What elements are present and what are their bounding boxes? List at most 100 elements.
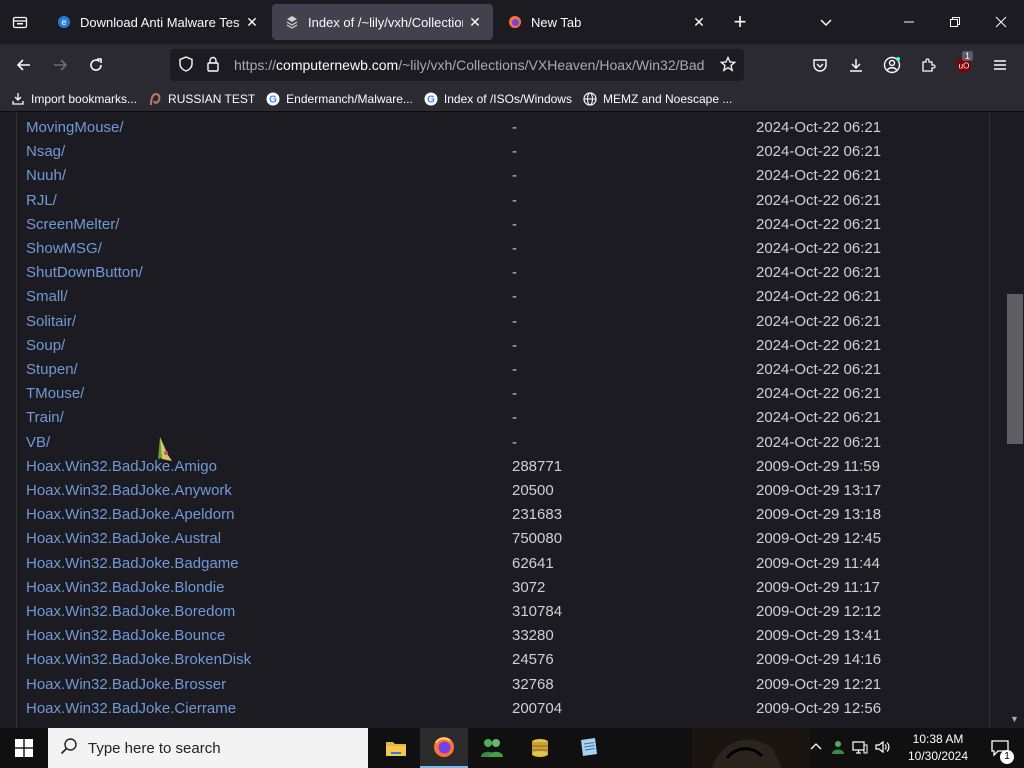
animated-cursor-icon	[158, 437, 172, 461]
taskbar-search-box[interactable]: Type here to search	[48, 728, 368, 768]
downloads-icon[interactable]	[840, 49, 872, 81]
bookmark-endermanch[interactable]: G Endermanch/Malware...	[265, 91, 413, 107]
file-link[interactable]: MovingMouse/	[26, 117, 124, 139]
file-link[interactable]: Small/	[26, 286, 68, 308]
pocket-icon[interactable]	[804, 49, 836, 81]
file-link[interactable]: Hoax.Win32.BadJoke.Amigo	[26, 456, 217, 478]
listing-row: Solitair/ - 2024-Oct-22 06:21	[26, 311, 986, 333]
file-link[interactable]: RJL/	[26, 190, 57, 212]
windows-start-icon[interactable]	[0, 728, 48, 768]
close-tab-icon[interactable]: ✕	[240, 10, 264, 34]
tray-chevron-up-icon[interactable]	[810, 740, 822, 756]
notification-center-icon[interactable]: 1	[976, 728, 1024, 768]
restore-icon[interactable]	[932, 0, 978, 44]
svg-text:G: G	[269, 94, 277, 105]
file-size: -	[512, 336, 517, 354]
notepad-app-icon[interactable]	[564, 728, 612, 768]
file-link[interactable]: ShowMSG/	[26, 238, 102, 260]
globe-icon	[582, 91, 598, 107]
file-link[interactable]: Hoax.Win32.BadJoke.Boredom	[26, 601, 235, 623]
tab-index-of[interactable]: Index of /~lily/vxh/Collections/ ✕	[272, 4, 493, 40]
clock-date: 10/30/2024	[907, 749, 969, 763]
file-link[interactable]: VB/	[26, 432, 50, 454]
file-size: 3072	[512, 578, 546, 596]
file-link[interactable]: Nuuh/	[26, 165, 66, 187]
bookmark-russian-test[interactable]: RUSSIAN TEST	[147, 91, 255, 107]
listing-row: ShowMSG/ - 2024-Oct-22 06:21	[26, 238, 986, 260]
close-window-icon[interactable]	[978, 0, 1024, 44]
listing-row: ShutDownButton/ - 2024-Oct-22 06:21	[26, 262, 986, 284]
close-tab-icon[interactable]: ✕	[463, 10, 487, 34]
listing-row: Nsag/ - 2024-Oct-22 06:21	[26, 141, 986, 163]
forward-arrow-icon[interactable]	[44, 49, 76, 81]
file-link[interactable]: Stupen/	[26, 359, 78, 381]
file-link[interactable]: Train/	[26, 407, 64, 429]
file-link[interactable]: Hoax.Win32.BadJoke.Blondie	[26, 577, 224, 599]
file-link[interactable]: Solitair/	[26, 311, 76, 333]
reload-icon[interactable]	[80, 49, 112, 81]
lock-icon[interactable]	[206, 56, 220, 75]
file-link[interactable]: Hoax.Win32.BadJoke.Apeldorn	[26, 504, 234, 526]
file-link[interactable]: Hoax.Win32.BadJoke.BrokenDisk	[26, 649, 251, 671]
bookmark-import[interactable]: Import bookmarks...	[10, 91, 137, 107]
scrollbar-thumb[interactable]	[1007, 294, 1023, 444]
volume-icon[interactable]	[874, 739, 890, 758]
listing-row: ScreenMelter/ - 2024-Oct-22 06:21	[26, 214, 986, 236]
bookmark-star-icon[interactable]	[719, 55, 737, 75]
file-size: 33280	[512, 627, 554, 645]
file-date: 2024-Oct-22 06:21	[756, 167, 882, 185]
url-text[interactable]: https://computernewb.com/~lily/vxh/Colle…	[234, 57, 712, 73]
close-tab-icon[interactable]: ✕	[687, 10, 711, 34]
tab-new-tab[interactable]: New Tab ✕	[495, 4, 717, 40]
tab-title: New Tab	[531, 14, 582, 30]
url-bar[interactable]: https://computernewb.com/~lily/vxh/Colle…	[170, 49, 744, 81]
firefox-taskbar-icon[interactable]	[420, 728, 468, 768]
file-link[interactable]: Hoax.Win32.BadJoke.Badgame	[26, 553, 239, 575]
firefox-favicon-icon	[507, 14, 523, 30]
file-link[interactable]: Nsag/	[26, 141, 65, 163]
clock-time: 10:38 AM	[912, 732, 964, 746]
file-size: -	[512, 409, 517, 427]
hamburger-menu-icon[interactable]	[984, 49, 1016, 81]
file-link[interactable]: Soup/	[26, 335, 65, 357]
file-date: 2009-Oct-29 11:44	[756, 554, 880, 572]
file-link[interactable]: ScreenMelter/	[26, 214, 119, 236]
network-icon[interactable]	[852, 739, 868, 758]
file-link[interactable]: Hoax.Win32.BadJoke.Austral	[26, 528, 221, 550]
account-icon[interactable]	[876, 49, 908, 81]
file-link[interactable]: Hoax.Win32.BadJoke.Anywork	[26, 480, 232, 502]
tab-strip: e Download Anti Malware Testfile ✕ Index…	[0, 0, 1024, 44]
extensions-icon[interactable]	[912, 49, 944, 81]
listing-row: RJL/ - 2024-Oct-22 06:21	[26, 190, 986, 212]
url-scheme: https://	[234, 57, 277, 73]
url-path: /~lily/vxh/Collections/VXHeaven/Hoax/Win…	[398, 57, 705, 73]
back-arrow-icon[interactable]	[8, 49, 40, 81]
minimize-icon[interactable]	[886, 0, 932, 44]
file-link[interactable]: Hoax.Win32.BadJoke.Cierrame	[26, 698, 236, 720]
tracking-protection-shield-icon[interactable]	[178, 55, 194, 75]
edge-favicon-icon: e	[56, 14, 72, 30]
app-coins-icon[interactable]	[516, 728, 564, 768]
file-date: 2024-Oct-22 06:21	[756, 143, 882, 161]
file-link[interactable]: Hoax.Win32.BadJoke.Bounce	[26, 625, 225, 647]
search-icon	[60, 737, 78, 759]
tray-users-icon[interactable]	[830, 739, 846, 758]
listing-row: Hoax.Win32.BadJoke.Bounce 33280 2009-Oct-2…	[26, 625, 986, 647]
file-link[interactable]: TMouse/	[26, 383, 84, 405]
scroll-down-arrow-icon[interactable]: ▼	[1010, 714, 1019, 724]
users-app-icon[interactable]	[468, 728, 516, 768]
list-all-tabs-chevron-icon[interactable]	[810, 6, 842, 38]
firefox-view-icon[interactable]	[4, 6, 36, 38]
ublock-origin-icon[interactable]: uO 1	[948, 49, 980, 81]
tab-anti-malware[interactable]: e Download Anti Malware Testfile ✕	[44, 4, 270, 40]
file-explorer-icon[interactable]	[372, 728, 420, 768]
bookmark-index-isos[interactable]: G Index of /ISOs/Windows	[423, 91, 572, 107]
taskbar-clock[interactable]: 10:38 AM 10/30/2024	[898, 728, 978, 768]
bookmarks-toolbar: Import bookmarks... RUSSIAN TEST G Ender…	[0, 86, 1024, 112]
bookmark-memz[interactable]: MEMZ and Noescape ...	[582, 91, 732, 107]
file-link[interactable]: Hoax.Win32.BadJoke.Brosser	[26, 674, 226, 696]
file-link[interactable]: ShutDownButton/	[26, 262, 143, 284]
new-tab-plus-icon[interactable]: +	[724, 6, 756, 38]
file-size: 200704	[512, 699, 563, 717]
listing-row: Small/ - 2024-Oct-22 06:21	[26, 286, 986, 308]
